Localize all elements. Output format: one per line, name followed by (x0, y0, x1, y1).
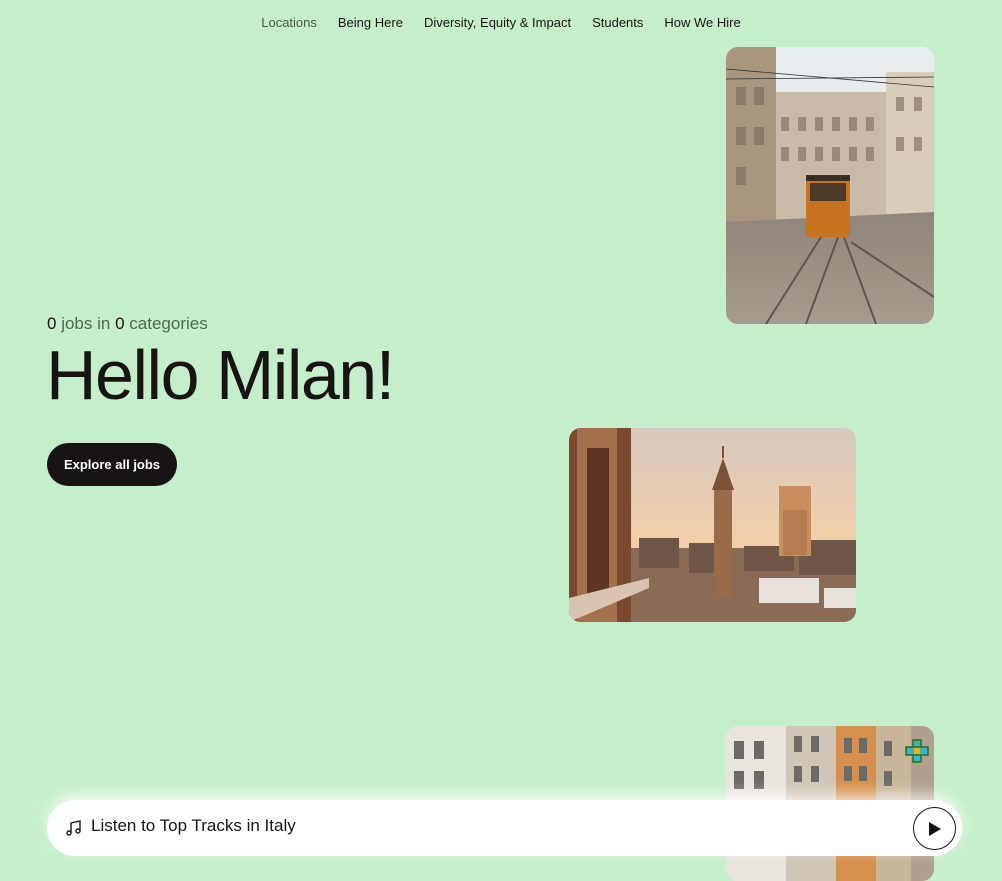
explore-all-jobs-button[interactable]: Explore all jobs (47, 443, 177, 486)
nav-diversity-equity-impact[interactable]: Diversity, Equity & Impact (424, 15, 571, 30)
play-icon (928, 821, 941, 836)
milan-tram-photo (726, 47, 934, 324)
player-label: Listen to Top Tracks in Italy (91, 816, 296, 835)
job-stats: 0 jobs in 0 categories (47, 314, 208, 334)
categories-text: categories (129, 314, 208, 333)
jobs-text: jobs in (61, 314, 111, 333)
milan-skyline-photo (569, 428, 856, 622)
nav-how-we-hire[interactable]: How We Hire (664, 15, 740, 30)
music-note-icon (66, 820, 81, 836)
nav-locations[interactable]: Locations (261, 15, 317, 30)
nav-students[interactable]: Students (592, 15, 643, 30)
top-nav: Locations Being Here Diversity, Equity &… (0, 15, 1002, 30)
jobs-count: 0 (47, 314, 57, 333)
music-player-bar[interactable]: Listen to Top Tracks in Italy (47, 800, 962, 856)
page-title: Hello Milan! (46, 336, 395, 414)
play-button[interactable] (913, 807, 956, 850)
categories-count: 0 (115, 314, 125, 333)
nav-being-here[interactable]: Being Here (338, 15, 403, 30)
